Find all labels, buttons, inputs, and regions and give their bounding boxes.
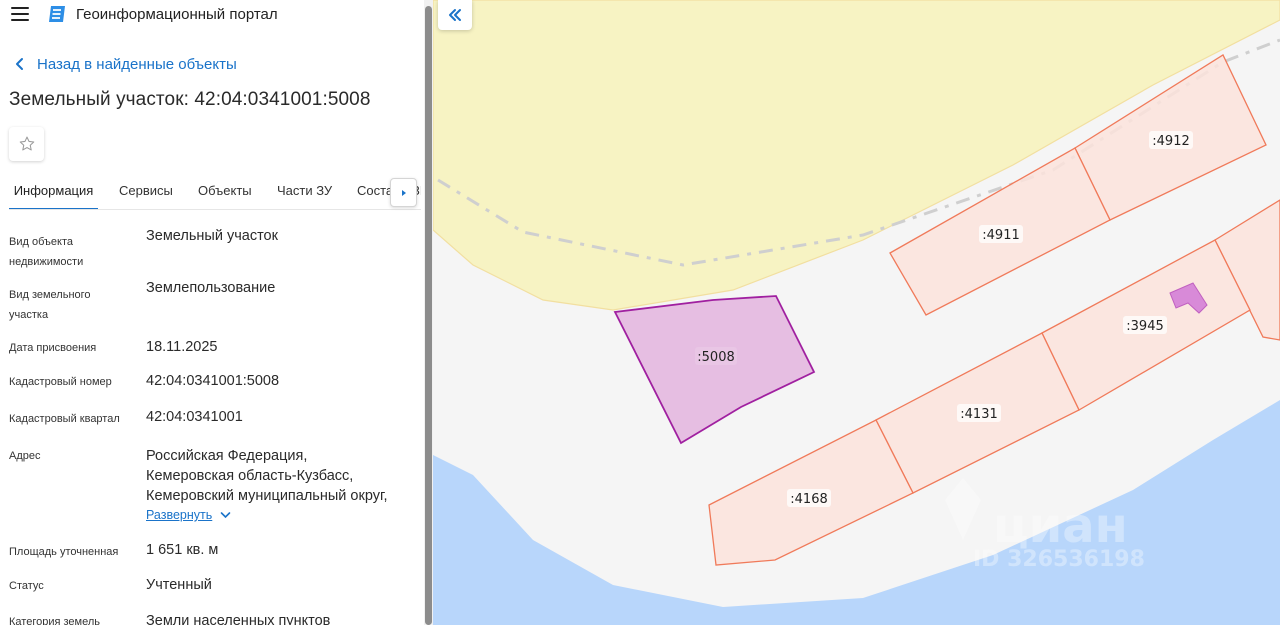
scrollbar-thumb[interactable] — [425, 6, 432, 625]
watermark-brand: циан — [993, 498, 1128, 554]
property-value: Учтенный — [146, 577, 212, 593]
parcel-label: :4911 — [982, 228, 1019, 243]
property-label: Кадастровый номер — [9, 376, 112, 388]
info-panel: Геоинформационный портал Назад в найденн… — [0, 0, 424, 625]
parcel-label: :5008 — [697, 350, 734, 365]
favorite-button[interactable] — [9, 127, 44, 161]
back-link-label: Назад в найденные объекты — [37, 55, 237, 73]
double-chevron-left-icon — [449, 9, 461, 21]
property-label: Адрес — [9, 450, 41, 462]
property-label: Статус — [9, 580, 44, 592]
chevron-down-icon — [220, 512, 231, 519]
selected-parcel-5008[interactable] — [613, 295, 816, 445]
property-value: 1 651 кв. м — [146, 542, 219, 558]
property-value: 42:04:0341001 — [146, 409, 243, 425]
portal-logo-icon — [49, 6, 65, 22]
property-value: Российская Федерация, Кемеровская област… — [146, 448, 388, 504]
cian-watermark: циан ID 326536198 — [945, 478, 1145, 572]
property-value: Земельный участок — [146, 228, 278, 244]
watermark-id: ID 326536198 — [973, 547, 1145, 572]
property-value: 18.11.2025 — [146, 339, 218, 355]
map-view[interactable]: :5008 :4912 :4911 :3945 :4131 :4168 циан… — [433, 0, 1280, 625]
tab-objects[interactable]: Объекты — [198, 172, 252, 209]
parcel-label: :3945 — [1126, 319, 1163, 334]
expand-label: Развернуть — [146, 508, 213, 522]
property-label: Вид объекта недвижимости — [9, 236, 84, 268]
property-value: 42:04:0341001:5008 — [146, 373, 280, 389]
app-header: Геоинформационный портал — [0, 0, 424, 30]
hamburger-menu-icon[interactable] — [11, 7, 29, 21]
address-expand-link[interactable]: Развернуть — [146, 508, 231, 522]
parcel-label: :4131 — [960, 407, 997, 422]
parcel-label: :4912 — [1152, 134, 1189, 149]
panel-scrollbar[interactable] — [424, 0, 433, 625]
map-canvas[interactable]: :5008 :4912 :4911 :3945 :4131 :4168 циан… — [433, 0, 1280, 625]
property-value: Землепользование — [146, 280, 276, 296]
property-label: Дата присвоения — [9, 342, 97, 354]
star-outline-icon — [19, 136, 34, 151]
tabs-scroll-right-button[interactable] — [390, 178, 417, 207]
app-title: Геоинформационный портал — [76, 6, 278, 23]
tab-services[interactable]: Сервисы — [119, 172, 173, 209]
tab-information[interactable]: Информация — [9, 172, 98, 209]
property-label: Категория земель — [9, 616, 100, 625]
property-label: Площадь уточненная — [9, 546, 119, 558]
back-to-results-link[interactable]: Назад в найденные объекты — [12, 54, 237, 74]
property-value: Земли населенных пунктов — [146, 613, 331, 625]
chevron-left-icon — [16, 58, 23, 70]
collapse-panel-button[interactable] — [438, 0, 472, 30]
tab-land-parts[interactable]: Части ЗУ — [277, 172, 332, 209]
triangle-right-icon — [401, 189, 406, 196]
tab-bar: Информация Сервисы Объекты Части ЗУ Сост… — [9, 172, 421, 210]
property-label: Вид земельного участка — [9, 289, 91, 321]
page-title: Земельный участок: 42:04:0341001:5008 — [9, 89, 371, 110]
parcel-label: :4168 — [790, 492, 827, 507]
property-label: Кадастровый квартал — [9, 413, 120, 425]
